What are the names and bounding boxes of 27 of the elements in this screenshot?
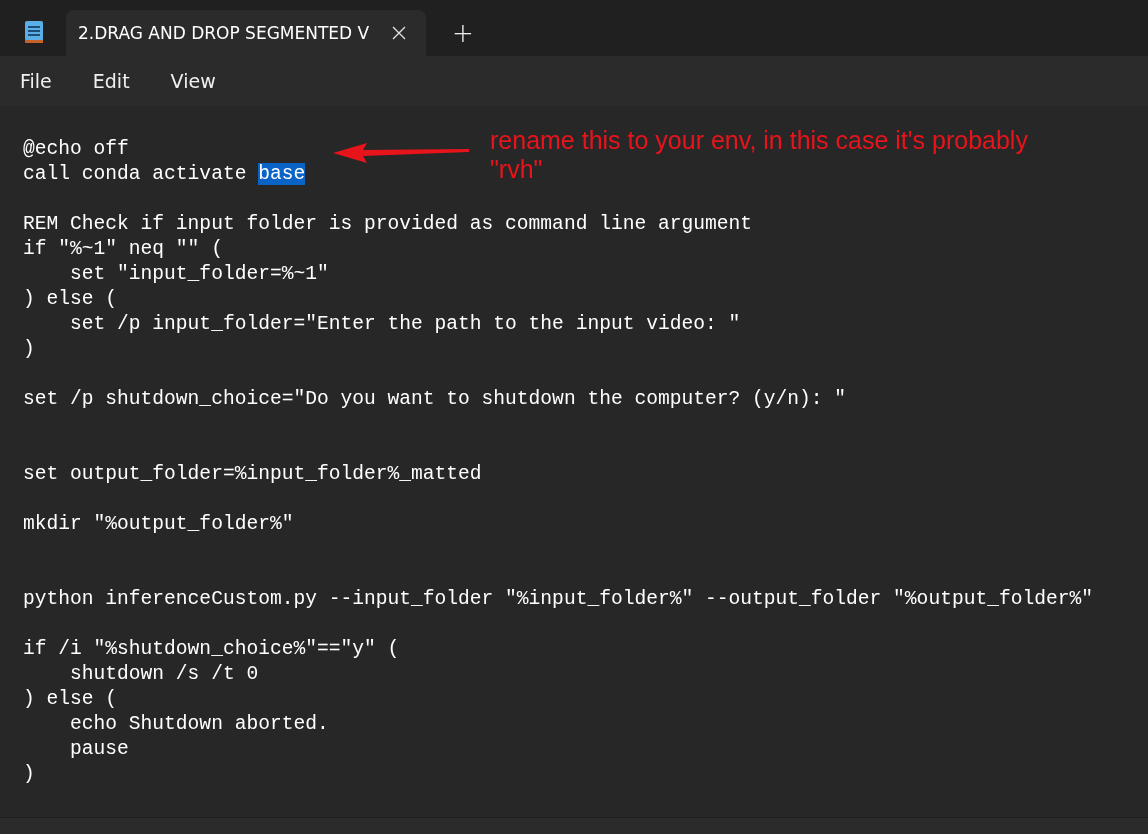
code-line: echo Shutdown aborted.: [69, 713, 329, 735]
notepad-icon: [24, 20, 44, 44]
menu-item[interactable]: Edit: [80, 66, 142, 96]
close-icon[interactable]: [392, 26, 406, 40]
code-line: set /p input_folder="Enter the path to the input video: ": [69, 313, 741, 335]
code-line: ): [23, 338, 35, 360]
code-line: set "input_folder=%~1": [69, 263, 329, 285]
menu-item[interactable]: File: [8, 66, 64, 96]
code-line: ): [23, 763, 35, 785]
code-line: python inferenceCustom.py --input_folder "%input_folder%" --output_folder "%output_folder%": [23, 588, 1093, 610]
document-tab[interactable]: 2.DRAG AND DROP SEGMENTED V: [66, 10, 426, 56]
code-line: set /p shutdown_choice="Do you want to shutdown the computer? (y/n): ": [23, 388, 847, 410]
code-line: @echo off: [23, 138, 129, 160]
code-line: if "%~1" neq "" (: [23, 238, 223, 260]
selected-text: base: [258, 163, 306, 185]
code-line: REM Check if input folder is provided as command line argument: [23, 213, 752, 235]
menu-item[interactable]: View: [158, 66, 228, 96]
code-line: call conda activate: [23, 163, 248, 185]
code-line: shutdown /s /t 0: [69, 663, 259, 685]
code-line: ) else (: [23, 288, 118, 310]
new-tab-button[interactable]: +: [444, 18, 482, 48]
code-line: if /i "%shutdown_choice%"=="y" (: [23, 638, 400, 660]
code-line: pause: [69, 738, 129, 760]
code-line: mkdir "%output_folder%": [23, 513, 294, 535]
code-line: set output_folder=%input_folder%_matted: [23, 463, 482, 485]
annotation-text: rename this to your env, in this case it's probably "rvh": [490, 126, 1028, 184]
code-line: ) else (: [23, 688, 118, 710]
